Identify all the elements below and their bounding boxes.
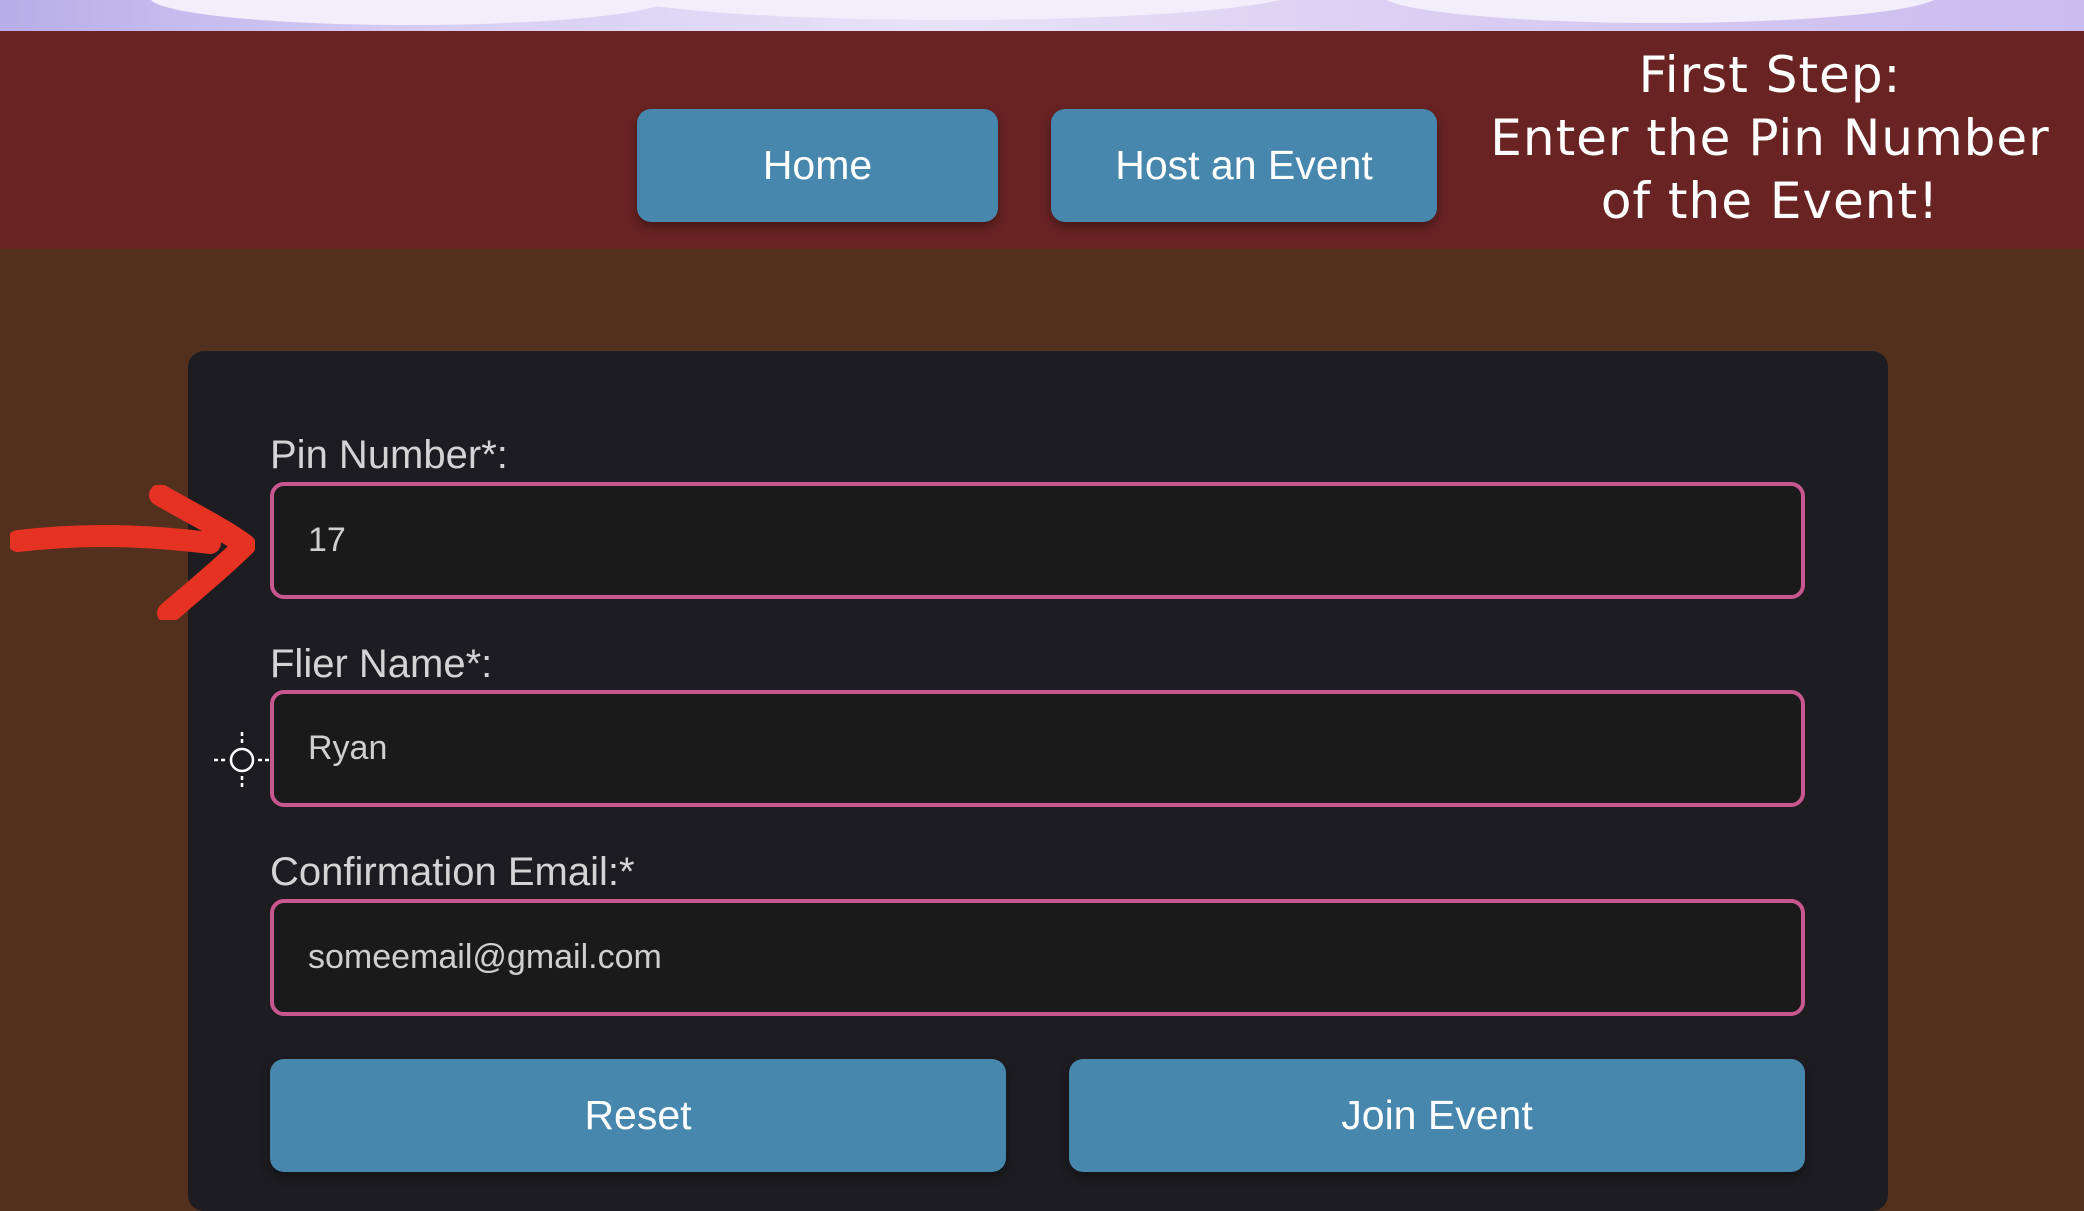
pin-number-input[interactable]: 17 xyxy=(270,482,1805,599)
home-button[interactable]: Home xyxy=(637,109,998,222)
red-arrow-icon xyxy=(10,485,255,620)
reset-button[interactable]: Reset xyxy=(270,1059,1006,1172)
flier-name-label: Flier Name*: xyxy=(270,642,493,686)
instruction-line: of the Event! xyxy=(1600,172,1940,230)
flier-name-value: Ryan xyxy=(308,729,388,767)
confirmation-email-label: Confirmation Email:* xyxy=(270,850,635,894)
confirmation-email-input[interactable]: someemail@gmail.com xyxy=(270,899,1805,1016)
flier-name-input[interactable]: Ryan xyxy=(270,690,1805,807)
instruction-line: Enter the Pin Number xyxy=(1490,109,2050,167)
confirmation-email-value: someemail@gmail.com xyxy=(308,938,662,976)
instruction-text: First Step: Enter the Pin Number of the … xyxy=(1475,44,2065,233)
join-event-button[interactable]: Join Event xyxy=(1069,1059,1805,1172)
crosshair-cursor-icon xyxy=(214,732,270,788)
header-background-image xyxy=(0,0,2084,31)
instruction-line: First Step: xyxy=(1638,46,1902,104)
host-event-button[interactable]: Host an Event xyxy=(1051,109,1437,222)
pin-number-label: Pin Number*: xyxy=(270,433,508,477)
pin-number-value: 17 xyxy=(308,521,346,559)
